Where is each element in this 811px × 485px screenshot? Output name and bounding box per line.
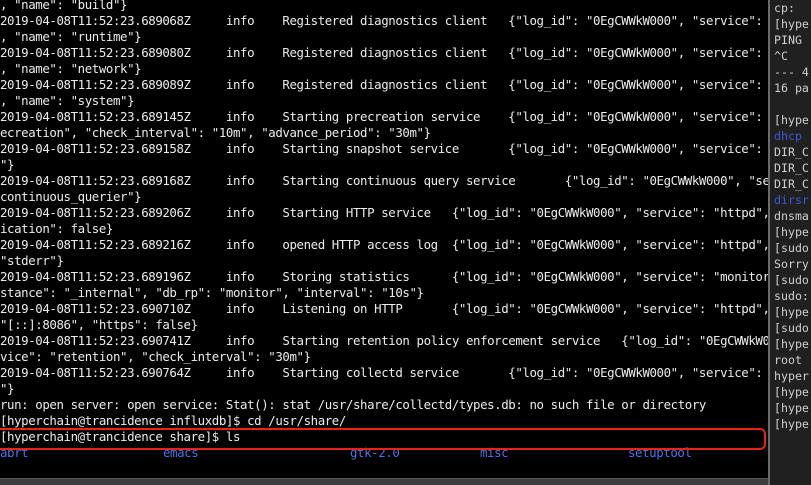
error-message-line: run: open server: open service: Stat(): … [0,397,706,412]
terminal-output: , "name": "build"} 2019-04-08T11:52:23.68… [0,0,768,461]
log-line: , "name": "build"} [0,0,128,12]
side-terminal-line: [hype [774,113,809,127]
side-terminal-line: cp: [774,1,802,15]
log-line: , "name": "system"} [0,93,135,108]
log-line: continuous_querier"} [0,189,142,204]
log-line: stance": "_internal", "db_rp": "monitor"… [0,285,424,300]
side-terminal-line: [hype [774,305,809,319]
log-line: "[::]:8086", "https": false} [0,317,198,332]
log-line: 2019-04-08T11:52:23.690764Z info Startin… [0,365,768,380]
log-line: 2019-04-08T11:52:23.689158Z info Startin… [0,141,768,156]
side-terminal-line: Sorry [774,257,809,271]
log-line: , "name": "runtime"} [0,29,142,44]
side-terminal-line: [hype [774,337,809,351]
side-terminal-line: --- 4 [774,65,809,79]
log-line: 2019-04-08T11:52:23.689196Z info Storing… [0,269,768,284]
log-line: 2019-04-08T11:52:23.689216Z info opened … [0,237,768,252]
side-terminal-line: [sudo [774,321,809,335]
side-terminal-line: [hype [774,385,809,399]
side-terminal-line: 16 pa [774,81,809,95]
log-line: "} [0,381,15,396]
side-terminal-line: [hype [774,225,809,239]
log-line: 2019-04-08T11:52:23.689145Z info Startin… [0,109,768,124]
side-terminal-line: DIR_C [774,161,809,175]
side-terminal-line: PING [774,33,809,47]
side-terminal-line: DIR_C [774,177,809,191]
side-terminal-line: DIR_C [774,145,809,159]
log-line: , "name": "network"} [0,61,142,76]
side-terminal-pane[interactable]: cp: [hype PING ^C --- 4 16 pa [hype dhcp DIR_C… [768,0,811,485]
log-line: vice": "retention", "check_interval": "3… [0,349,311,364]
side-terminal-line: [sudo [774,241,809,255]
log-line: 2019-04-08T11:52:23.689089Z info Registe… [0,77,768,92]
side-terminal-line: dnsma [774,209,809,223]
side-terminal-line: ^C [774,49,788,63]
log-line: 2019-04-08T11:52:23.690710Z info Listeni… [0,301,768,316]
log-line: "stderr"} [0,253,64,268]
log-line: 2019-04-08T11:52:23.689068Z info Registe… [0,13,768,28]
side-terminal-line [770,96,811,112]
side-terminal-line: [hype [774,401,809,415]
side-terminal-line: [sudo [774,273,809,287]
log-line: ecreation", "check_interval": "10m", "ad… [0,125,431,140]
log-line: ication": false} [0,221,113,236]
error-highlight-box [0,428,766,450]
main-terminal-pane[interactable]: , "name": "build"} 2019-04-08T11:52:23.68… [0,0,768,485]
prompt-cd-line: [hyperchain@trancidence influxdb]$ cd /u… [0,413,346,428]
log-line: "} [0,157,15,172]
log-line: 2019-04-08T11:52:23.690741Z info Startin… [0,333,768,348]
side-terminal-line: dirsr [774,193,809,207]
side-terminal-line: root [774,353,809,367]
side-terminal-line: [hype [774,417,809,431]
side-terminal-line: sudo: [774,289,809,303]
side-terminal-output: cp: [hype PING ^C --- 4 16 pa [hype dhcp DIR_C… [770,0,811,432]
side-terminal-line: hyper [774,369,809,383]
side-terminal-line: [hype [774,17,809,31]
terminal-horizontal-scrollbar[interactable] [0,478,768,485]
log-line: 2019-04-08T11:52:23.689168Z info Startin… [0,173,768,188]
log-line: 2019-04-08T11:52:23.689080Z info Registe… [0,45,768,60]
log-line: 2019-04-08T11:52:23.689206Z info Startin… [0,205,768,220]
side-terminal-line: dhcp [774,129,802,143]
